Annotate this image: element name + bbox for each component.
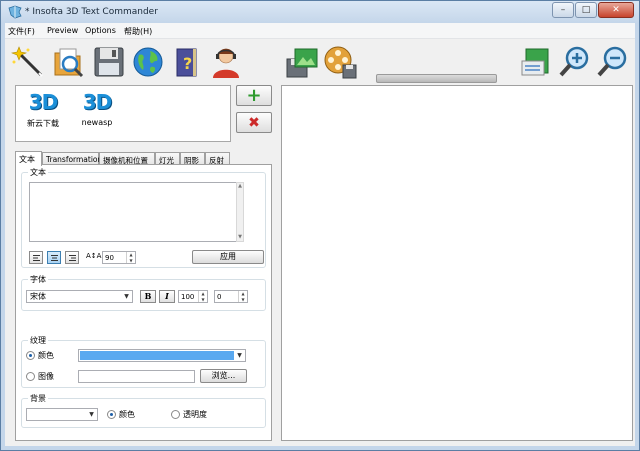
font-select[interactable]: 宋体 ▼ <box>26 290 133 303</box>
client-area: 文件(F) Preview Options 帮助(H) ? 3D 新云下载 3D… <box>5 23 635 446</box>
align-right-icon <box>69 255 76 261</box>
spinner-arrows[interactable]: ▲ ▼ <box>238 291 247 302</box>
line-spacing-input[interactable] <box>104 252 125 263</box>
font-offset-spinner[interactable]: ▲▼ <box>214 290 248 303</box>
background-color-radio[interactable] <box>107 410 116 419</box>
magic-wand-icon[interactable] <box>11 45 45 79</box>
bold-icon: B <box>144 291 152 301</box>
close-button[interactable]: ✕ <box>598 2 634 18</box>
texture-color-label: 颜色 <box>38 351 54 360</box>
line-spacing-icon: A↕A <box>86 252 102 260</box>
bold-button[interactable]: B <box>140 290 156 303</box>
background-select[interactable]: ▼ <box>26 408 98 421</box>
italic-icon: I <box>165 291 169 301</box>
align-left-button[interactable] <box>29 251 43 264</box>
texture-image-path[interactable] <box>78 370 195 383</box>
template-item-newasp[interactable]: 3D newasp <box>75 90 119 127</box>
background-color-label: 颜色 <box>119 410 135 419</box>
delete-icon: ✖ <box>248 114 260 131</box>
web-globe-icon[interactable] <box>131 45 165 79</box>
font-offset-input[interactable] <box>216 291 237 302</box>
template-3d-icon: 3D <box>82 90 113 114</box>
zoom-in-icon[interactable] <box>558 45 592 79</box>
export-icon[interactable] <box>520 45 554 79</box>
save-video-icon[interactable] <box>323 45 357 79</box>
align-center-icon <box>51 255 58 261</box>
align-center-button[interactable] <box>47 251 61 264</box>
maximize-icon: □ <box>581 5 591 15</box>
scroll-down-icon: ▼ <box>238 234 242 240</box>
color-swatch <box>80 351 234 360</box>
chevron-down-icon: ▼ <box>89 411 94 418</box>
align-right-button[interactable] <box>65 251 79 264</box>
texture-color-radio[interactable] <box>26 351 35 360</box>
template-label: newasp <box>81 118 113 127</box>
italic-button[interactable]: I <box>159 290 175 303</box>
menu-bar: 文件(F) Preview Options 帮助(H) <box>5 23 635 39</box>
font-size-spinner[interactable]: ▲▼ <box>178 290 208 303</box>
title-bar: * Insofta 3D Text Commander – □ ✕ <box>1 1 639 23</box>
font-name: 宋体 <box>30 292 46 301</box>
minimize-button[interactable]: – <box>552 2 574 18</box>
menu-options[interactable]: Options <box>85 26 116 35</box>
remove-template-button[interactable]: ✖ <box>236 112 272 133</box>
template-label: 新云下载 <box>27 119 59 128</box>
add-template-button[interactable]: + <box>236 85 272 106</box>
texture-image-label: 图像 <box>38 372 54 381</box>
window-controls: – □ ✕ <box>551 2 634 18</box>
font-group-title: 字体 <box>28 274 48 285</box>
texture-group-title: 纹理 <box>28 335 48 346</box>
tab-text[interactable]: 文本 <box>15 151 42 166</box>
support-person-icon[interactable] <box>209 45 243 79</box>
background-transparency-label: 透明度 <box>183 410 207 419</box>
svg-text:?: ? <box>183 54 192 73</box>
app-window: * Insofta 3D Text Commander – □ ✕ 文件(F) … <box>0 0 640 451</box>
template-item-xinyun[interactable]: 3D 新云下载 <box>21 90 65 129</box>
text-scrollbar[interactable]: ▲ ▼ <box>236 182 244 242</box>
font-size-input[interactable] <box>180 291 197 302</box>
close-icon: ✕ <box>612 5 620 15</box>
open-folder-icon[interactable] <box>52 45 86 79</box>
text-group: 文本 ▲ ▼ A↕A ▲▼ <box>21 167 266 268</box>
align-left-icon <box>33 255 40 261</box>
help-book-icon[interactable]: ? <box>170 45 204 79</box>
zoom-out-icon[interactable] <box>596 45 630 79</box>
texture-color-select[interactable]: ▼ <box>78 349 246 362</box>
app-logo-icon <box>8 5 22 19</box>
font-group: 字体 宋体 ▼ B I ▲▼ ▲▼ <box>21 274 266 311</box>
texture-image-radio[interactable] <box>26 372 35 381</box>
spinner-arrows[interactable]: ▲ ▼ <box>198 291 207 302</box>
text-tab-panel: 文本 ▲ ▼ A↕A ▲▼ <box>15 164 272 441</box>
browse-button[interactable]: 浏览... <box>200 369 247 383</box>
status-bar <box>5 442 635 446</box>
menu-help[interactable]: 帮助(H) <box>124 26 152 37</box>
spinner-arrows[interactable]: ▲ ▼ <box>126 252 135 263</box>
chevron-down-icon: ▼ <box>124 293 129 300</box>
text-group-title: 文本 <box>28 167 48 178</box>
toolbar: ? <box>5 39 635 85</box>
menu-file[interactable]: 文件(F) <box>8 26 35 37</box>
preview-canvas[interactable] <box>281 85 633 441</box>
line-spacing-spinner[interactable]: ▲▼ <box>102 251 136 264</box>
apply-button[interactable]: 应用 <box>192 250 264 264</box>
background-group-title: 背景 <box>28 393 48 404</box>
texture-group: 纹理 颜色 ▼ 图像 浏览... <box>21 335 266 388</box>
background-transparency-radio[interactable] <box>171 410 180 419</box>
minimize-icon: – <box>560 5 566 15</box>
text-input[interactable] <box>29 182 244 242</box>
progress-bar <box>376 74 497 83</box>
window-title: * Insofta 3D Text Commander <box>25 7 158 17</box>
background-group: 背景 ▼ 颜色 透明度 <box>21 393 266 428</box>
chevron-down-icon: ▼ <box>237 352 242 359</box>
template-panel: 3D 新云下载 3D newasp <box>15 85 231 142</box>
save-icon[interactable] <box>92 45 126 79</box>
save-image-icon[interactable] <box>285 45 319 79</box>
maximize-button[interactable]: □ <box>575 2 597 18</box>
scroll-up-icon: ▲ <box>238 183 242 189</box>
plus-icon: + <box>246 84 262 106</box>
menu-preview[interactable]: Preview <box>47 26 78 35</box>
template-3d-icon: 3D <box>28 90 59 114</box>
